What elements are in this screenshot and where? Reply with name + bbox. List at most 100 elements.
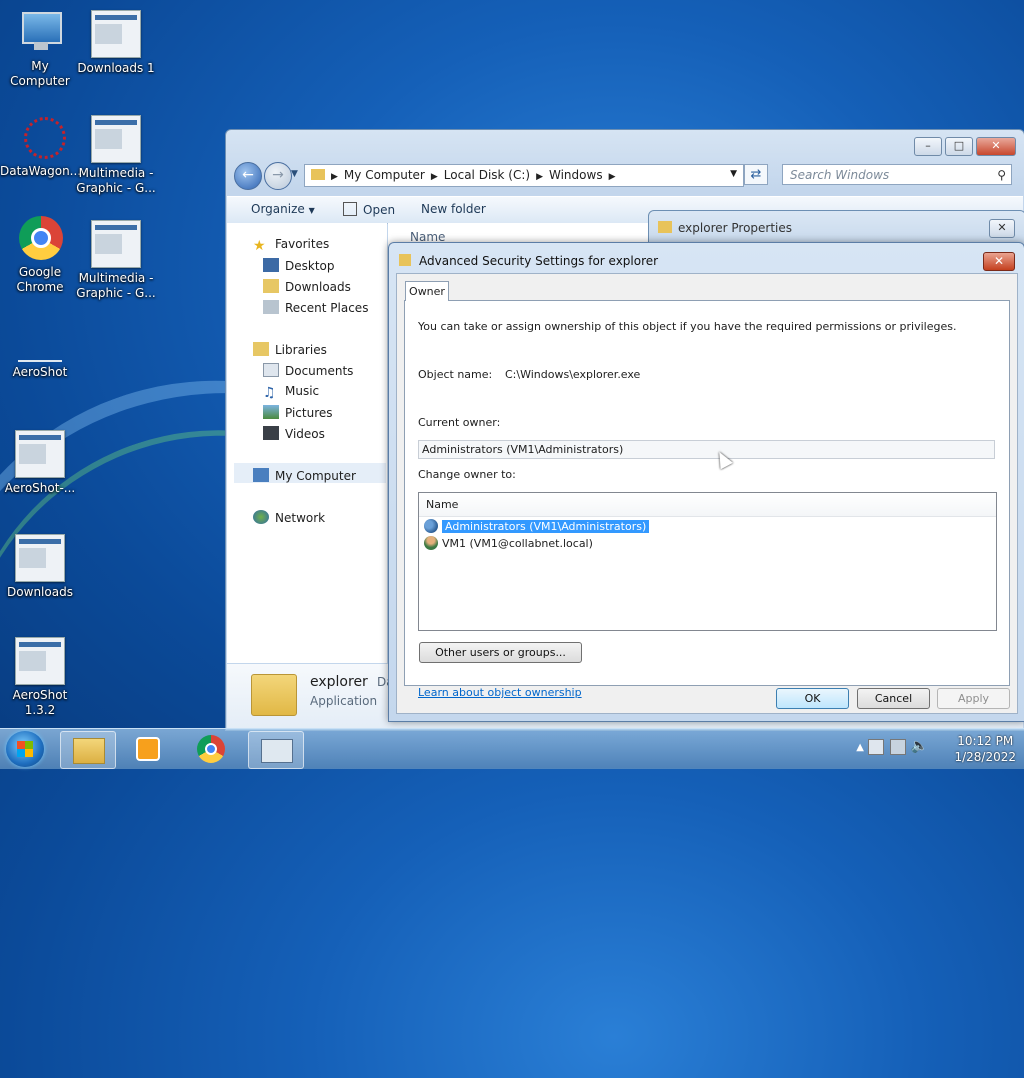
cancel-button[interactable]: Cancel xyxy=(857,688,930,709)
search-input[interactable]: Search Windows ⚲ xyxy=(782,164,1012,185)
music-icon: ♫ xyxy=(263,385,276,401)
nav-item-favorites[interactable]: ★ Favorites xyxy=(253,237,329,254)
breadcrumb-separator-icon[interactable]: ▶ xyxy=(536,172,543,182)
desktop-icon-label: AeroShot xyxy=(12,365,68,379)
advanced-security-dialog: Advanced Security Settings for explorer … xyxy=(388,242,1024,722)
back-button[interactable]: ← xyxy=(234,162,262,190)
desktop-icon-multimedia-1[interactable]: Multimedia - Graphic - G... xyxy=(76,115,156,196)
column-header-name[interactable]: Name xyxy=(419,493,996,517)
owner-list: Name Administrators (VM1\Administrators)… xyxy=(418,492,997,631)
close-button[interactable]: ✕ xyxy=(976,137,1016,156)
desktop-icon-google-chrome[interactable]: Google Chrome xyxy=(0,216,80,295)
desktop-icon-label: DataWagon... xyxy=(0,164,82,178)
nav-label: Downloads xyxy=(285,280,351,294)
nav-item-libraries[interactable]: Libraries xyxy=(253,342,327,357)
videos-icon xyxy=(263,426,279,440)
clock[interactable]: 10:12 PM 1/28/2022 xyxy=(954,733,1016,765)
navigation-pane: ★ Favorites Desktop Downloads Recent Plac… xyxy=(227,223,387,663)
details-filetype: Application xyxy=(310,694,378,708)
organize-button[interactable]: Organize ▼ xyxy=(251,202,315,216)
breadcrumb-item[interactable]: Local Disk (C:) xyxy=(444,168,530,182)
computer-icon xyxy=(16,10,64,56)
desktop-icon-datawagon[interactable]: DataWagon... xyxy=(0,115,82,179)
documents-icon xyxy=(263,363,279,377)
ok-button[interactable]: OK xyxy=(776,688,849,709)
action-center-icon[interactable] xyxy=(868,739,884,755)
nav-item-documents[interactable]: Documents xyxy=(263,363,353,378)
breadcrumb-separator-icon[interactable]: ▶ xyxy=(331,172,338,182)
nav-item-desktop[interactable]: Desktop xyxy=(263,258,335,273)
desktop-icon-label: AeroShot-... xyxy=(4,481,76,495)
taskbar: ▲ 🔈 10:12 PM 1/28/2022 xyxy=(0,728,1024,769)
nav-item-pictures[interactable]: Pictures xyxy=(263,405,333,420)
computer-icon xyxy=(253,468,269,482)
nav-label: Desktop xyxy=(285,259,335,273)
start-button[interactable] xyxy=(6,731,44,767)
taskbar-media-player[interactable] xyxy=(122,731,176,767)
taskbar-properties[interactable] xyxy=(248,731,304,769)
list-item[interactable]: VM1 (VM1@collabnet.local) xyxy=(424,536,593,552)
recent-places-icon xyxy=(263,300,279,314)
search-icon: ⚲ xyxy=(997,168,1006,182)
taskbar-explorer[interactable] xyxy=(60,731,116,769)
breadcrumb-separator-icon[interactable]: ▶ xyxy=(609,172,616,182)
desktop-icon-aeroshot[interactable]: AeroShot xyxy=(0,352,80,380)
nav-item-downloads[interactable]: Downloads xyxy=(263,279,351,294)
nav-item-videos[interactable]: Videos xyxy=(263,426,325,441)
desktop-icon xyxy=(263,258,279,272)
media-player-icon xyxy=(136,737,160,761)
dialog-body: Owner You can take or assign ownership o… xyxy=(396,273,1018,714)
other-users-button[interactable]: Other users or groups... xyxy=(419,642,582,663)
nav-label: Documents xyxy=(285,364,354,378)
address-bar[interactable]: ▶ My Computer ▶ Local Disk (C:) ▶ Windows ▶ ▼ xyxy=(304,164,744,187)
show-hidden-icons[interactable]: ▲ xyxy=(856,742,864,753)
tab-owner[interactable]: Owner xyxy=(405,281,449,301)
minimize-button[interactable]: – xyxy=(914,137,942,156)
close-button[interactable]: ✕ xyxy=(989,219,1015,238)
nav-item-recent-places[interactable]: Recent Places xyxy=(263,300,368,315)
nav-item-music[interactable]: ♫ Music xyxy=(263,384,319,401)
desktop-icon-multimedia-2[interactable]: Multimedia - Graphic - G... xyxy=(76,220,156,301)
file-thumbnail-icon xyxy=(91,115,141,163)
aeroshot-icon xyxy=(16,352,64,362)
learn-ownership-link[interactable]: Learn about object ownership xyxy=(418,686,582,699)
desktop-icon-downloads-1[interactable]: Downloads 1 xyxy=(76,10,156,76)
folder-icon xyxy=(251,674,297,716)
refresh-icon[interactable]: ⇄ xyxy=(744,164,768,185)
list-item-label: VM1 (VM1@collabnet.local) xyxy=(442,537,593,550)
chevron-down-icon[interactable]: ▼ xyxy=(730,169,737,179)
desktop-icon-my-computer[interactable]: My Computer xyxy=(0,10,80,89)
breadcrumb: ▶ My Computer ▶ Local Disk (C:) ▶ Windows ▶ xyxy=(311,168,622,182)
desktop-icon-aeroshot-2[interactable]: AeroShot-... xyxy=(0,430,80,496)
apply-button[interactable]: Apply xyxy=(937,688,1010,709)
network-icon xyxy=(253,510,269,524)
forward-button[interactable]: → xyxy=(264,162,292,190)
list-item-label: Administrators (VM1\Administrators) xyxy=(442,520,650,533)
file-thumbnail-icon xyxy=(91,220,141,268)
recent-pages-icon[interactable]: ▼ xyxy=(291,169,298,179)
desktop-icon-label: Downloads xyxy=(7,585,73,599)
new-folder-button[interactable]: New folder xyxy=(421,202,486,216)
network-icon[interactable] xyxy=(890,739,906,755)
folder-icon xyxy=(73,738,105,764)
chrome-icon xyxy=(16,216,64,262)
breadcrumb-separator-icon[interactable]: ▶ xyxy=(431,172,438,182)
taskbar-chrome[interactable] xyxy=(184,731,238,767)
intro-text: You can take or assign ownership of this… xyxy=(418,320,957,333)
desktop-icon-downloads[interactable]: Downloads xyxy=(0,534,80,600)
breadcrumb-item[interactable]: Windows xyxy=(549,168,603,182)
downloads-folder-icon xyxy=(263,279,279,293)
nav-item-network[interactable]: Network xyxy=(253,510,325,525)
open-button[interactable]: Open xyxy=(343,202,395,217)
list-item[interactable]: Administrators (VM1\Administrators) xyxy=(424,519,650,535)
volume-icon[interactable]: 🔈 xyxy=(911,738,928,754)
folder-icon xyxy=(658,221,672,233)
maximize-button[interactable]: □ xyxy=(945,137,973,156)
nav-item-my-computer[interactable]: My Computer xyxy=(253,468,356,483)
nav-label: Network xyxy=(275,511,326,525)
clock-date: 1/28/2022 xyxy=(954,750,1016,764)
nav-label: Libraries xyxy=(275,343,327,357)
desktop-icon-aeroshot-132[interactable]: AeroShot 1.3.2 xyxy=(0,637,80,718)
breadcrumb-item[interactable]: My Computer xyxy=(344,168,425,182)
close-button[interactable]: ✕ xyxy=(983,252,1015,271)
